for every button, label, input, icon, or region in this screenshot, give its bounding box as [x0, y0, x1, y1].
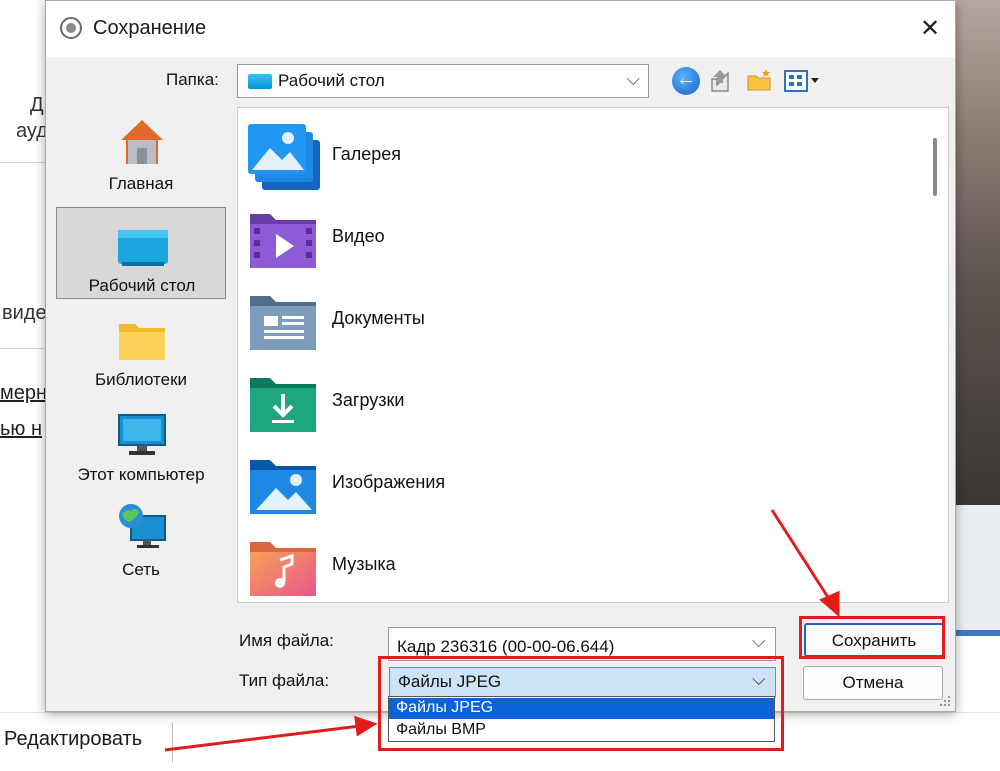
desktop-icon [248, 74, 272, 89]
video-folder-icon [248, 206, 320, 272]
home-icon [117, 116, 167, 168]
bg-link[interactable]: ью н [0, 418, 42, 441]
chevron-down-icon[interactable]: ⌵ [626, 69, 640, 90]
bg-photo [955, 0, 1000, 505]
list-item[interactable]: Галерея [248, 116, 848, 196]
folder-select[interactable]: Рабочий стол ⌵ [237, 64, 649, 98]
computer-icon [117, 407, 167, 459]
folder-icon [117, 312, 167, 364]
bg-separator [172, 722, 173, 762]
place-label: Главная [108, 174, 174, 193]
bg-text-fragment: виде [2, 302, 47, 324]
annotation-highlight [799, 616, 945, 659]
save-dialog: Сохранение ✕ Папка: Рабочий стол ⌵ Главн… [45, 0, 956, 712]
bg-divider [0, 162, 48, 163]
file-name: Загрузки [332, 390, 405, 410]
place-desktop[interactable]: Рабочий стол [56, 207, 226, 299]
folder-label: Папка: [166, 70, 219, 89]
edit-button[interactable]: Редактировать [4, 728, 142, 751]
list-item[interactable]: Документы [248, 280, 848, 360]
music-folder-icon [248, 534, 320, 600]
bg-text-fragment: ауд [16, 120, 48, 142]
downloads-folder-icon [248, 370, 320, 436]
file-name: Галерея [332, 144, 402, 164]
file-name: Музыка [332, 554, 396, 574]
bg-accent-line [955, 630, 1000, 636]
bg-divider [0, 348, 48, 349]
filename-label: Имя файла: [239, 631, 334, 650]
place-label: Рабочий стол [88, 276, 196, 295]
scrollbar[interactable] [933, 138, 937, 196]
list-item[interactable]: Музыка [248, 526, 848, 602]
places-bar: Главная Рабочий стол Библиотеки Этот ком… [56, 106, 228, 606]
list-item[interactable]: Видео [248, 198, 848, 278]
network-icon [117, 502, 167, 554]
up-folder-icon[interactable] [706, 67, 734, 95]
close-button[interactable]: ✕ [912, 11, 948, 47]
place-this-pc[interactable]: Этот компьютер [56, 397, 226, 489]
file-name: Документы [332, 308, 425, 328]
place-network[interactable]: Сеть [56, 492, 226, 584]
back-icon[interactable] [672, 67, 700, 95]
place-label: Библиотеки [94, 370, 188, 389]
place-libraries[interactable]: Библиотеки [56, 302, 226, 394]
bg-panel [955, 505, 1000, 635]
desktop-icon [118, 218, 168, 270]
pictures-folder-icon [248, 452, 320, 518]
cancel-button[interactable]: Отмена [803, 666, 943, 700]
bg-link[interactable]: мерн [0, 382, 47, 405]
place-home[interactable]: Главная [56, 106, 226, 198]
app-icon [60, 17, 82, 39]
place-label: Этот компьютер [77, 465, 205, 484]
view-menu-icon[interactable] [784, 67, 822, 95]
place-label: Сеть [122, 560, 160, 579]
folder-select-value: Рабочий стол [278, 71, 385, 90]
gallery-icon [248, 124, 320, 190]
file-list: Галерея Видео Документы Загрузки Изображ… [237, 107, 949, 603]
list-item[interactable]: Загрузки [248, 362, 848, 442]
new-folder-icon[interactable] [746, 67, 774, 95]
annotation-highlight [378, 656, 784, 751]
bg-text-fragment: Д [30, 94, 44, 116]
file-name: Изображения [332, 472, 446, 492]
list-item[interactable]: Изображения [248, 444, 848, 524]
dialog-title: Сохранение [93, 17, 207, 39]
dialog-titlebar: Сохранение ✕ [46, 1, 955, 57]
chevron-down-icon[interactable]: ⌵ [752, 631, 766, 652]
file-name: Видео [332, 226, 385, 246]
filetype-label: Тип файла: [239, 671, 330, 690]
resize-grip-icon[interactable] [938, 694, 952, 708]
documents-folder-icon [248, 288, 320, 354]
